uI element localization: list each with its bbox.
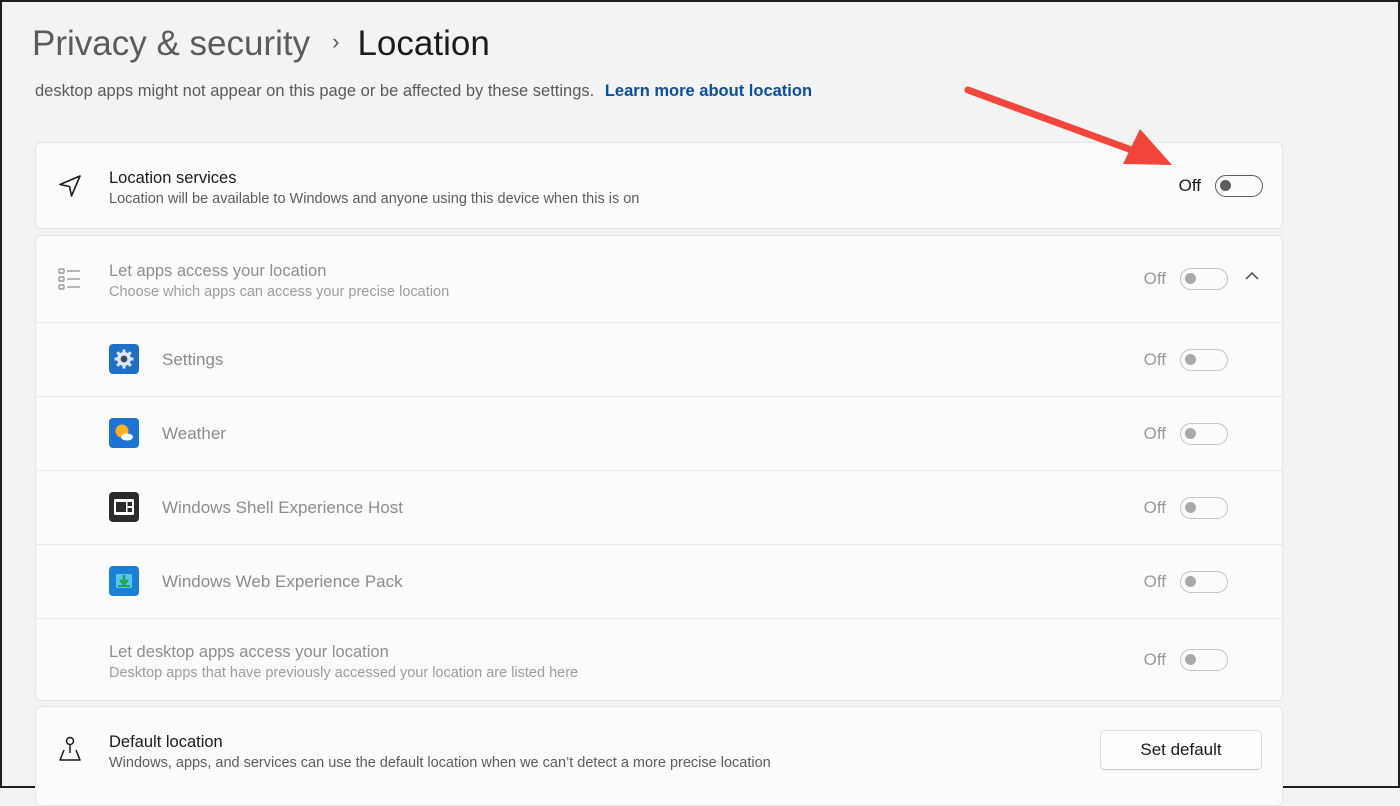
location-services-state: Off bbox=[1178, 176, 1201, 195]
weather-sun-icon bbox=[109, 418, 139, 448]
default-location-card: Default location Windows, apps, and serv… bbox=[35, 706, 1283, 806]
default-location-row: Default location Windows, apps, and serv… bbox=[36, 707, 1282, 805]
toggle-knob bbox=[1185, 502, 1196, 513]
toggle-knob bbox=[1185, 273, 1196, 284]
app-name-web-experience: Windows Web Experience Pack bbox=[162, 572, 403, 591]
app-access-toggle[interactable] bbox=[1180, 268, 1228, 290]
learn-more-link[interactable]: Learn more about location bbox=[605, 82, 812, 100]
breadcrumb-separator: › bbox=[332, 29, 340, 54]
settings-app-toggle[interactable] bbox=[1180, 349, 1228, 371]
set-default-button[interactable]: Set default bbox=[1100, 730, 1262, 770]
app-access-toggle-group: Off bbox=[1144, 268, 1228, 290]
app-name-settings: Settings bbox=[162, 350, 224, 369]
location-services-card: Location services Location will be avail… bbox=[35, 142, 1283, 229]
app-access-title: Let apps access your location bbox=[109, 262, 327, 280]
location-services-description: Location will be available to Windows an… bbox=[109, 191, 640, 207]
toggle-knob bbox=[1185, 428, 1196, 439]
app-row-shell-host: Windows Shell Experience Host Off bbox=[36, 470, 1282, 544]
web-experience-state: Off bbox=[1143, 572, 1166, 591]
shell-host-toggle-group: Off bbox=[1144, 497, 1228, 519]
toggle-knob bbox=[1185, 354, 1196, 365]
settings-gear-icon bbox=[109, 344, 139, 374]
page-title: Location bbox=[357, 24, 490, 63]
weather-state: Off bbox=[1143, 424, 1166, 443]
chevron-up-icon[interactable] bbox=[1244, 269, 1260, 287]
shell-host-app-toggle[interactable] bbox=[1180, 497, 1228, 519]
intro-text: desktop apps might not appear on this pa… bbox=[35, 82, 812, 101]
weather-toggle-group: Off bbox=[1144, 423, 1228, 445]
desktop-apps-description: Desktop apps that have previously access… bbox=[109, 665, 579, 681]
shell-window-icon bbox=[109, 492, 139, 522]
weather-app-toggle[interactable] bbox=[1180, 423, 1228, 445]
app-access-state: Off bbox=[1143, 269, 1166, 288]
app-access-card: Let apps access your location Choose whi… bbox=[35, 235, 1283, 701]
web-experience-app-toggle[interactable] bbox=[1180, 571, 1228, 593]
app-access-row[interactable]: Let apps access your location Choose whi… bbox=[36, 236, 1282, 322]
list-icon bbox=[56, 265, 84, 293]
breadcrumb: Privacy & security › Location bbox=[32, 24, 490, 64]
location-services-toggle[interactable] bbox=[1215, 175, 1263, 197]
map-pin-icon bbox=[56, 735, 84, 763]
toggle-knob bbox=[1185, 654, 1196, 665]
desktop-apps-state: Off bbox=[1143, 650, 1166, 669]
desktop-apps-row: Let desktop apps access your location De… bbox=[36, 618, 1282, 700]
breadcrumb-parent[interactable]: Privacy & security bbox=[32, 24, 310, 64]
toggle-knob bbox=[1220, 180, 1231, 191]
shell-host-state: Off bbox=[1143, 498, 1166, 517]
toggle-knob bbox=[1185, 576, 1196, 587]
app-row-settings: Settings Off bbox=[36, 322, 1282, 396]
web-experience-toggle-group: Off bbox=[1144, 571, 1228, 593]
intro-description: desktop apps might not appear on this pa… bbox=[35, 82, 595, 100]
location-services-row: Location services Location will be avail… bbox=[36, 143, 1282, 228]
app-access-description: Choose which apps can access your precis… bbox=[109, 284, 450, 300]
desktop-apps-toggle[interactable] bbox=[1180, 649, 1228, 671]
location-services-title: Location services bbox=[109, 169, 237, 187]
app-row-weather: Weather Off bbox=[36, 396, 1282, 470]
settings-toggle-group: Off bbox=[1144, 349, 1228, 371]
web-experience-download-icon bbox=[109, 566, 139, 596]
location-services-toggle-group: Off bbox=[1179, 175, 1263, 197]
app-name-weather: Weather bbox=[162, 424, 226, 443]
default-location-description: Windows, apps, and services can use the … bbox=[109, 755, 771, 771]
app-name-shell-host: Windows Shell Experience Host bbox=[162, 498, 403, 517]
default-location-title: Default location bbox=[109, 733, 223, 751]
desktop-apps-toggle-group: Off bbox=[1144, 649, 1228, 671]
app-row-web-experience: Windows Web Experience Pack Off bbox=[36, 544, 1282, 618]
desktop-apps-title: Let desktop apps access your location bbox=[109, 643, 389, 661]
navigation-arrow-icon bbox=[56, 172, 84, 200]
settings-state: Off bbox=[1143, 350, 1166, 369]
